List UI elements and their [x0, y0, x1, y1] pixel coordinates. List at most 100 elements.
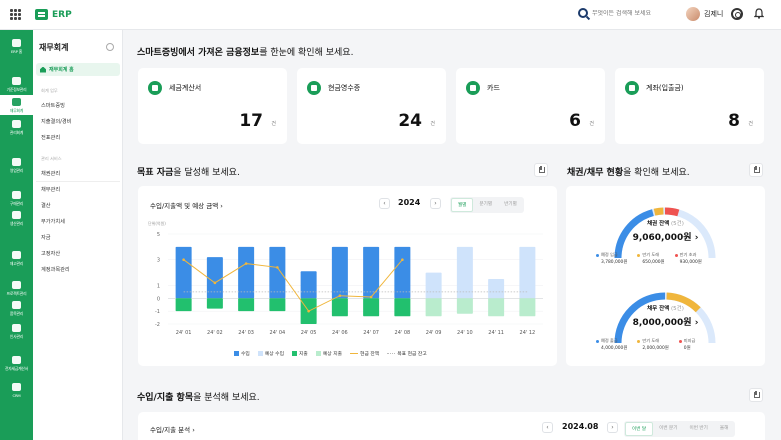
gear-icon[interactable] [731, 8, 743, 20]
bar-expense [206, 298, 223, 309]
search-icon[interactable] [578, 8, 588, 18]
rail-item-3[interactable]: 관리회계 [0, 117, 33, 137]
user-menu[interactable]: 김제니 [686, 7, 723, 21]
stat-card-cash-receipt[interactable]: 현금영수증 24 건 [297, 68, 446, 144]
x-tick-label: 24' 05 [301, 330, 317, 336]
erp-logo-icon [35, 9, 48, 20]
cashflow-card-title[interactable]: 수입/지출액 및 예상 금액 › [150, 200, 223, 210]
ledger-icon [12, 98, 21, 106]
rail-item-11[interactable]: 전자세금계산서 [0, 353, 33, 373]
bar-expense [269, 298, 286, 312]
chevron-right-icon: › [694, 318, 699, 328]
chevron-right-icon: › [220, 202, 223, 210]
period-half[interactable]: 반기별 [498, 198, 523, 212]
bar-expense [394, 298, 411, 317]
bank-account-icon [625, 81, 639, 95]
handshake-icon [12, 158, 21, 166]
receivable-gauge-due [653, 207, 664, 216]
analysis-heading: 수입/지출 항목을 분석해 보세요. [137, 390, 260, 403]
rail-item-label: 프로젝트관리 [6, 291, 27, 296]
legend-cash: 현금 잔액 [350, 350, 379, 357]
goal-heading-rest: 을 달성해 보세요. [173, 168, 240, 178]
debt-share-icon[interactable] [749, 163, 763, 177]
home-icon [40, 66, 46, 73]
period-quarterly[interactable]: 분기별 [473, 198, 498, 212]
analysis-period-year[interactable]: 올해 [714, 422, 734, 436]
sub-navigation: 재무회계 재무회계 홈 회계 업무 스마트증빙 지출결의/경비 전표관리 관리 … [33, 30, 123, 440]
subnav-item-accounts[interactable]: 계정과목관리 [41, 266, 70, 273]
rail-item-5[interactable]: 구매관리 [0, 188, 33, 208]
bar-expected-income [425, 272, 442, 299]
bar-expense [331, 298, 348, 317]
analysis-card-title[interactable]: 수입/지출 분석 › [150, 424, 195, 434]
legend-expected-income: 예상 수입 [257, 350, 284, 357]
subnav-divider [36, 181, 120, 182]
rail-item-2[interactable]: 재무회계 [0, 95, 33, 115]
analysis-heading-bold: 수입/지출 항목 [137, 393, 194, 403]
stat-card-value: 8 [728, 111, 740, 131]
x-tick-label: 24' 08 [395, 330, 411, 336]
subnav-item-expense[interactable]: 지출결의/경비 [41, 118, 71, 125]
bar-income [300, 271, 317, 299]
rail-item-6[interactable]: 생산관리 [0, 208, 33, 228]
subnav-title: 재무회계 [39, 43, 69, 52]
y-tick-label: -1 [155, 309, 160, 315]
payable-amount[interactable]: 8,000,000원 › [566, 315, 765, 328]
rail-item-4[interactable]: 영업관리 [0, 155, 33, 175]
subnav-item-closing[interactable]: 결산 [41, 202, 51, 209]
bell-icon[interactable] [754, 8, 764, 19]
cash-balance-point [213, 281, 217, 285]
bar-expected-income [488, 279, 505, 299]
chart-legend: 수입 예상 수입 지출 예상 지출 현금 잔액 목표 현금 잔고 [234, 350, 427, 357]
analysis-period-half[interactable]: 이번 반기 [684, 422, 714, 436]
subnav-item-payables[interactable]: 채무관리 [41, 186, 60, 193]
bar-income [394, 246, 411, 299]
subnav-item-voucher[interactable]: 전표관리 [41, 134, 60, 141]
stat-card-tax-invoice[interactable]: 세금계산서 17 건 [138, 68, 287, 144]
debt-card: 채권 잔액 (5건) 9,060,000원 › 예정 입금 3,780,000원 … [566, 186, 765, 366]
factory-icon [12, 211, 21, 219]
rail-item-label: 관리회계 [9, 130, 24, 135]
prev-year-button[interactable]: ‹ [379, 198, 390, 209]
subnav-item-fixed-assets[interactable]: 고정자산 [41, 250, 60, 257]
subnav-settings-icon[interactable] [106, 43, 114, 51]
payable-label: 채무 잔액 (5건) [647, 306, 684, 312]
rail-item-0[interactable]: ERP 홈 [0, 36, 33, 56]
analysis-share-icon[interactable] [749, 388, 763, 402]
subnav-item-home[interactable]: 재무회계 홈 [36, 63, 120, 76]
bar-expected-income [519, 246, 536, 299]
app-logo[interactable]: ERP [35, 9, 72, 20]
rail-item-9[interactable]: 품목관리 [0, 298, 33, 318]
stat-card-card[interactable]: 카드 6 건 [456, 68, 605, 144]
rail-item-label: 전자세금계산서 [4, 366, 29, 371]
subnav-item-funds[interactable]: 자금 [41, 234, 51, 241]
next-year-button[interactable]: › [430, 198, 441, 209]
search-input[interactable] [592, 9, 682, 17]
rail-item-label: 기준정보관리 [6, 87, 27, 92]
x-tick-label: 24' 03 [238, 330, 254, 336]
period-monthly[interactable]: 월별 [451, 198, 474, 212]
rail-item-12[interactable]: CRM [0, 380, 33, 400]
receivable-amount[interactable]: 9,060,000원 › [566, 230, 765, 243]
search-box[interactable] [578, 8, 682, 18]
subnav-item-vat[interactable]: 부가가치세 [41, 218, 65, 225]
legend-target: 목표 현금 잔고 [387, 350, 427, 357]
debt-heading-bold: 채권/채무 현황 [567, 168, 624, 178]
next-period-button[interactable]: › [607, 422, 618, 433]
subnav-item-smart-evidence[interactable]: 스마트증빙 [41, 102, 65, 109]
prev-period-button[interactable]: ‹ [542, 422, 553, 433]
subnav-item-receivables[interactable]: 채권관리 [41, 170, 60, 177]
x-tick-label: 24' 02 [207, 330, 223, 336]
analysis-period-quarter[interactable]: 이번 분기 [653, 422, 683, 436]
receivable-label: 채권 잔액 (5건) [647, 221, 684, 227]
goal-share-icon[interactable] [534, 163, 548, 177]
rail-item-7[interactable]: 재고관리 [0, 248, 33, 268]
stat-card-account[interactable]: 계좌(입출금) 8 건 [615, 68, 764, 144]
rail-item-10[interactable]: 인사관리 [0, 321, 33, 341]
receivable-legend-scheduled: 예정 입금 3,780,000원 [596, 252, 627, 265]
rail-item-1[interactable]: 기준정보관리 [0, 74, 33, 94]
rail-item-8[interactable]: 프로젝트관리 [0, 278, 33, 298]
analysis-period-month[interactable]: 이번 달 [625, 422, 654, 436]
app-grid-icon[interactable] [10, 9, 21, 20]
cash-balance-point [307, 309, 310, 313]
